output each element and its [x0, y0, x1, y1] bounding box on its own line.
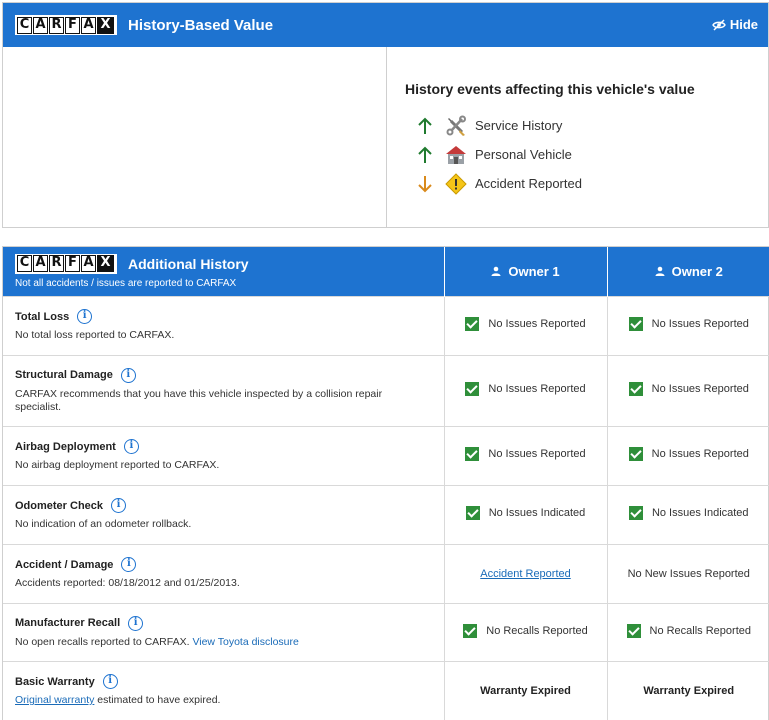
- arrow-up-icon: [418, 117, 432, 134]
- row-description: No indication of an odometer rollback.: [15, 518, 192, 530]
- row-title: Manufacturer Recall: [15, 617, 121, 629]
- carfax-logo: CARFAX: [15, 15, 117, 35]
- owner-1-status: No Issues Reported: [488, 318, 586, 330]
- history-based-value-card: CARFAX History-Based Value Hide History …: [2, 2, 769, 228]
- info-icon[interactable]: i: [111, 498, 127, 513]
- eye-slash-icon: [712, 18, 726, 31]
- table-row-airbag-deployment: Airbag Deployment i No airbag deployment …: [3, 425, 769, 485]
- additional-history-header: CARFAX Additional History Not all accide…: [3, 247, 444, 296]
- row-title: Airbag Deployment: [15, 440, 116, 453]
- row-description: No airbag deployment reported to CARFAX.: [15, 459, 220, 471]
- wrench-screwdriver-icon: [446, 115, 466, 136]
- table-row-accident-damage: Accident / Damage i Accidents reported: 0…: [3, 543, 769, 603]
- row-title: Structural Damage: [15, 369, 113, 381]
- check-icon: [628, 317, 643, 331]
- owner-1-status: No Issues Reported: [488, 383, 586, 395]
- additional-history-card: CARFAX Additional History Not all accide…: [2, 246, 769, 720]
- owner-2-status: No Issues Reported: [651, 448, 749, 460]
- owner-1-status: Warranty Expired: [480, 684, 571, 697]
- row-title: Total Loss: [15, 310, 70, 323]
- row-description: Accidents reported: 08/18/2012 and 01/25…: [15, 577, 240, 589]
- info-icon[interactable]: i: [102, 674, 118, 690]
- table-row-basic-warranty: Basic Warranty i Original warranty estima…: [3, 660, 769, 720]
- row-title: Basic Warranty: [15, 675, 95, 688]
- accident-reported-link[interactable]: Accident Reported: [480, 568, 571, 580]
- owner-2-status: Warranty Expired: [643, 684, 735, 697]
- owner-1-status: No Issues Indicated: [488, 507, 586, 519]
- event-label: Personal Vehicle: [475, 147, 572, 162]
- row-description: No open recalls reported to CARFAX.: [15, 635, 190, 648]
- arrow-down-icon: [418, 175, 432, 192]
- event-personal-vehicle: Personal Vehicle: [405, 140, 768, 169]
- table-row-manufacturer-recall: Manufacturer Recall i No open recalls rep…: [3, 602, 769, 661]
- events-title: History events affecting this vehicle's …: [405, 81, 695, 97]
- table-row-total-loss: Total Loss i No total loss reported to CA…: [3, 295, 769, 355]
- owner-2-header: Owner 2: [606, 247, 769, 296]
- carfax-logo: CARFAX: [15, 253, 117, 274]
- value-chart-area: [3, 47, 387, 227]
- additional-history-table: CARFAX Additional History Not all accide…: [3, 247, 769, 720]
- arrow-up-icon: [418, 146, 432, 163]
- toyota-disclosure-link[interactable]: View Toyota disclosure: [192, 636, 298, 648]
- check-icon: [628, 447, 643, 461]
- additional-history-subtitle: Not all accidents / issues are reported …: [15, 277, 237, 289]
- check-icon: [465, 506, 480, 520]
- row-title: Accident / Damage: [15, 558, 114, 571]
- check-icon: [628, 506, 643, 520]
- person-icon: [655, 266, 665, 276]
- original-warranty-link[interactable]: Original warranty: [15, 694, 94, 706]
- warning-diamond-icon: [445, 172, 467, 195]
- owner-2-status: No Issues Reported: [651, 383, 749, 395]
- row-description: estimated to have expired.: [97, 694, 221, 707]
- person-icon: [491, 266, 501, 276]
- row-description: No total loss reported to CARFAX.: [15, 329, 175, 341]
- check-icon: [465, 382, 480, 396]
- event-label: Accident Reported: [475, 176, 582, 191]
- owner-2-status: No Issues Indicated: [651, 507, 749, 519]
- row-title: Odometer Check: [15, 499, 104, 512]
- house-icon: [446, 145, 466, 164]
- owner-2-status: No Issues Reported: [651, 318, 749, 330]
- owner-1-status: No Issues Reported: [488, 448, 586, 460]
- info-icon[interactable]: i: [121, 557, 137, 572]
- owner-2-status: No New Issues Reported: [627, 567, 750, 580]
- owner-1-header: Owner 1: [443, 247, 607, 296]
- check-icon: [628, 382, 643, 396]
- table-row-odometer-check: Odometer Check i No indication of an odom…: [3, 484, 769, 544]
- check-icon: [465, 447, 480, 461]
- event-accident-reported: Accident Reported: [405, 169, 768, 198]
- table-row-structural-damage: Structural Damage i CARFAX recommends tha…: [3, 354, 769, 426]
- owner-1-status: No Recalls Reported: [486, 624, 588, 637]
- event-label: Service History: [475, 118, 563, 133]
- check-icon: [463, 623, 478, 638]
- info-icon[interactable]: i: [128, 615, 144, 631]
- info-icon[interactable]: i: [123, 439, 139, 454]
- additional-history-title: Additional History: [128, 255, 249, 272]
- hide-button[interactable]: Hide: [712, 17, 758, 32]
- hide-label: Hide: [729, 17, 758, 32]
- history-value-header: CARFAX History-Based Value Hide: [3, 3, 768, 47]
- event-service-history: Service History: [405, 111, 768, 140]
- info-icon[interactable]: i: [77, 309, 93, 324]
- history-value-title: History-Based Value: [128, 16, 274, 34]
- check-icon: [626, 623, 641, 638]
- check-icon: [465, 317, 480, 331]
- row-description: CARFAX recommends that you have this veh…: [15, 387, 383, 413]
- info-icon[interactable]: i: [120, 367, 136, 383]
- owner-2-status: No Recalls Reported: [649, 624, 752, 637]
- history-events-panel: History events affecting this vehicle's …: [387, 47, 768, 227]
